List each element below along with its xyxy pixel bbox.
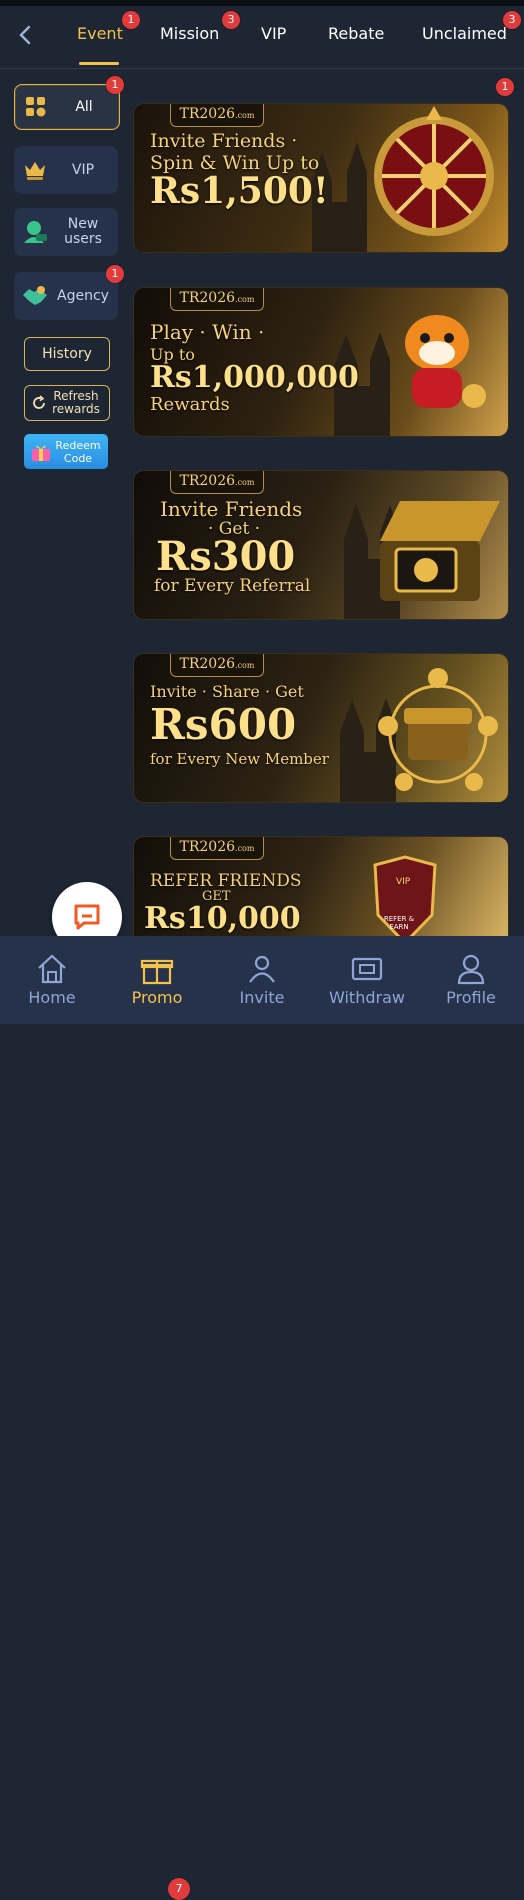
nav-invite[interactable]: Invite bbox=[212, 936, 312, 1024]
gift-icon bbox=[32, 445, 50, 461]
tab-unclaimed-badge: 3 bbox=[503, 11, 521, 29]
promo-banner-spin-win[interactable]: TR2026.com Invite Friends · Spin & Win U… bbox=[134, 104, 508, 252]
promo-banner-refer-10000[interactable]: TR2026.com VIP REFER & EARN REFER FRIEND… bbox=[134, 837, 508, 937]
home-icon bbox=[34, 952, 70, 986]
banner-amount: Rs1,500! bbox=[150, 170, 329, 212]
logo-text: TR2026 bbox=[179, 839, 236, 855]
withdraw-icon bbox=[349, 952, 385, 986]
banner-line-3: Rewards bbox=[150, 394, 230, 415]
nav-promo[interactable]: Promo bbox=[107, 936, 207, 1024]
bottom-navigation: Home Promo 7 Invite Withdraw Profile bbox=[0, 936, 524, 1900]
nav-withdraw[interactable]: Withdraw bbox=[317, 936, 417, 1024]
tab-mission-badge: 3 bbox=[222, 11, 240, 29]
banner-logo: TR2026.com bbox=[170, 104, 264, 127]
sidebar-item-agency[interactable]: Agency bbox=[14, 272, 118, 320]
history-button[interactable]: History bbox=[24, 337, 110, 371]
logo-suffix: .com bbox=[235, 111, 255, 120]
logo-suffix: .com bbox=[235, 844, 255, 853]
prize-wheel-icon bbox=[374, 106, 494, 236]
banner-amount: Rs1,000,000 bbox=[150, 360, 359, 395]
sidebar-item-label: All bbox=[75, 98, 93, 115]
banner-logo: TR2026.com bbox=[170, 654, 264, 677]
logo-text: TR2026 bbox=[179, 656, 236, 672]
shield-bottom-text: REFER & EARN bbox=[383, 915, 415, 931]
nav-label: Invite bbox=[239, 988, 285, 1007]
nav-home[interactable]: Home bbox=[2, 936, 102, 1024]
logo-suffix: .com bbox=[235, 478, 255, 487]
top-tab-bar: Event 1 Mission 3 VIP Rebate Unclaimed 3 bbox=[0, 6, 524, 69]
sidebar-item-label: VIP bbox=[71, 161, 95, 178]
referral-chest-icon bbox=[378, 668, 498, 791]
chat-bubble-icon bbox=[74, 904, 100, 930]
new-user-icon bbox=[22, 219, 48, 245]
promo-banner-share-600[interactable]: TR2026.com Invite · Share · Get Rs600 fo… bbox=[134, 654, 508, 802]
tiger-mascot-icon bbox=[405, 315, 486, 408]
banner-line-1: Play · Win · bbox=[150, 320, 265, 344]
banner-logo: TR2026.com bbox=[170, 471, 264, 494]
banner-line-3: for Every New Member bbox=[150, 750, 329, 768]
sidebar-all-badge: 1 bbox=[106, 76, 124, 94]
sidebar-item-label: Agency bbox=[57, 287, 109, 304]
redeem-code-button[interactable]: Redeem Code bbox=[24, 434, 108, 469]
tab-mission[interactable]: Mission bbox=[160, 24, 219, 43]
banner-amount: Rs600 bbox=[150, 700, 297, 749]
treasure-chest-icon bbox=[380, 501, 500, 601]
nav-profile[interactable]: Profile bbox=[421, 936, 521, 1024]
sidebar-item-new-users[interactable]: New users bbox=[14, 208, 118, 256]
sidebar-item-vip[interactable]: VIP bbox=[14, 146, 118, 194]
banner-line-1: REFER FRIENDS bbox=[150, 871, 302, 891]
sidebar-item-label: New users bbox=[64, 216, 102, 247]
sidebar-item-all[interactable]: All bbox=[14, 84, 120, 130]
banner-line-1: Invite Friends · bbox=[150, 130, 298, 152]
active-tab-indicator bbox=[79, 62, 119, 65]
chevron-left-icon bbox=[19, 25, 31, 45]
logo-text: TR2026 bbox=[179, 473, 236, 489]
banner-line-1: Invite · Share · Get bbox=[150, 682, 304, 701]
banner-line-3: for Every Referral bbox=[154, 576, 311, 596]
refresh-icon bbox=[33, 395, 45, 409]
nav-label: Profile bbox=[446, 988, 496, 1007]
history-label: History bbox=[42, 346, 92, 362]
profile-icon bbox=[453, 952, 489, 986]
banner-amount: Rs300 bbox=[156, 533, 296, 580]
banner-line-1: Invite Friends bbox=[160, 497, 303, 521]
tab-vip[interactable]: VIP bbox=[261, 24, 286, 43]
nav-label: Home bbox=[28, 988, 76, 1007]
promo-banner-refer-300[interactable]: TR2026.com Invite Friends · Get · Rs300 … bbox=[134, 471, 508, 619]
logo-suffix: .com bbox=[235, 295, 255, 304]
shield-top-text: VIP bbox=[396, 877, 411, 887]
gift-icon bbox=[139, 952, 175, 986]
tab-event-badge: 1 bbox=[122, 11, 140, 29]
logo-text: TR2026 bbox=[179, 290, 236, 306]
banner-amount: Rs10,000 bbox=[144, 901, 301, 936]
banner-logo: TR2026.com bbox=[170, 288, 264, 311]
crown-icon bbox=[22, 157, 48, 183]
logo-suffix: .com bbox=[235, 661, 255, 670]
sidebar-agency-badge: 1 bbox=[106, 265, 124, 283]
back-button[interactable] bbox=[10, 20, 40, 50]
redeem-code-label: Redeem Code bbox=[55, 438, 101, 465]
refresh-rewards-label: Refresh rewards bbox=[52, 389, 100, 416]
tab-unclaimed[interactable]: Unclaimed bbox=[422, 24, 507, 43]
tab-event[interactable]: Event bbox=[77, 24, 123, 43]
banner-logo: TR2026.com bbox=[170, 837, 264, 860]
logo-text: TR2026 bbox=[179, 106, 236, 122]
refresh-rewards-button[interactable]: Refresh rewards bbox=[24, 385, 110, 421]
nav-promo-badge: 7 bbox=[168, 1878, 190, 1900]
handshake-icon bbox=[22, 283, 48, 309]
nav-label: Withdraw bbox=[329, 988, 405, 1007]
tab-rebate[interactable]: Rebate bbox=[328, 24, 384, 43]
promo-banner-play-win[interactable]: TR2026.com Play · Win · Up to Rs1,000,00… bbox=[134, 288, 508, 436]
nav-label: Promo bbox=[131, 988, 183, 1007]
banner-badge: 1 bbox=[496, 78, 514, 96]
grid-icon bbox=[23, 94, 49, 120]
invite-icon bbox=[244, 952, 280, 986]
